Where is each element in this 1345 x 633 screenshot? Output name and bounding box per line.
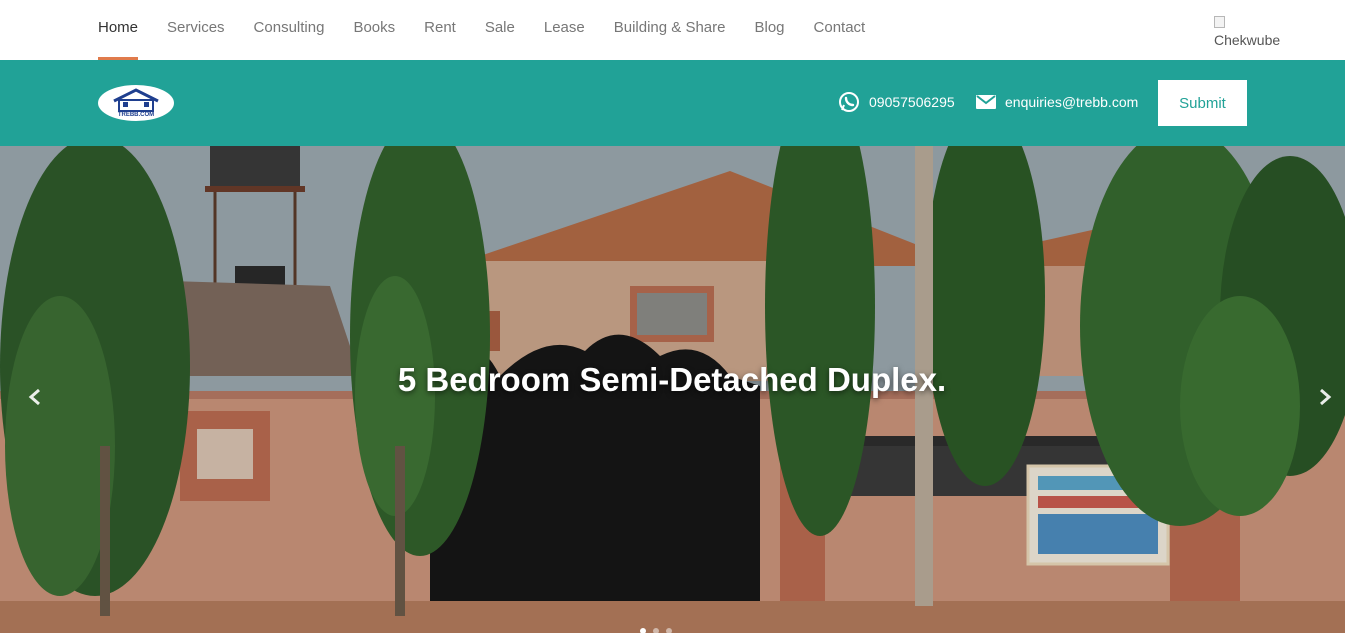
contact-phone[interactable]: 09057506295 xyxy=(838,91,955,113)
logo-text: TREBB.COM xyxy=(118,112,154,118)
nav-item-rent[interactable]: Rent xyxy=(424,0,456,60)
hero-slider: 5 Bedroom Semi-Detached Duplex. xyxy=(0,146,1345,633)
nav-item-books[interactable]: Books xyxy=(353,0,395,60)
nav-item-blog[interactable]: Blog xyxy=(754,0,784,60)
submit-button[interactable]: Submit xyxy=(1158,80,1247,126)
slider-next-button[interactable] xyxy=(1310,382,1340,412)
nav-item-building-share[interactable]: Building & Share xyxy=(614,0,726,60)
header-bar: TREBB.COM 09057506295 enquiries@trebb.co… xyxy=(0,60,1345,146)
phone-number: 09057506295 xyxy=(869,94,955,110)
user-avatar[interactable]: Chekwube xyxy=(1214,16,1304,50)
nav-item-consulting[interactable]: Consulting xyxy=(254,0,325,60)
nav-item-home[interactable]: Home xyxy=(98,0,139,60)
house-logo-icon: TREBB.COM xyxy=(113,88,159,118)
nav-item-services[interactable]: Services xyxy=(167,0,225,60)
slider-indicator[interactable] xyxy=(640,628,646,633)
chevron-right-icon xyxy=(1320,388,1332,406)
nav-item-lease[interactable]: Lease xyxy=(544,0,585,60)
nav-item-sale[interactable]: Sale xyxy=(485,0,515,60)
slider-indicators xyxy=(640,628,679,633)
email-address: enquiries@trebb.com xyxy=(1005,94,1139,110)
slider-prev-button[interactable] xyxy=(20,382,50,412)
contact-email[interactable]: enquiries@trebb.com xyxy=(976,91,1138,113)
mail-icon xyxy=(976,95,996,109)
nav-item-contact[interactable]: Contact xyxy=(814,0,866,60)
user-avatar-alt-text: Chekwube xyxy=(1214,32,1281,48)
slider-indicator[interactable] xyxy=(666,628,672,633)
slider-indicator[interactable] xyxy=(653,628,659,633)
chevron-left-icon xyxy=(28,388,40,406)
whatsapp-icon xyxy=(839,92,859,112)
site-logo[interactable]: TREBB.COM xyxy=(98,85,174,121)
nav-menu: Home Services Consulting Books Rent Sale… xyxy=(98,0,894,60)
hero-title: 5 Bedroom Semi-Detached Duplex. xyxy=(397,361,947,398)
broken-image-icon xyxy=(1214,16,1225,28)
top-navigation: Home Services Consulting Books Rent Sale… xyxy=(0,0,1345,60)
